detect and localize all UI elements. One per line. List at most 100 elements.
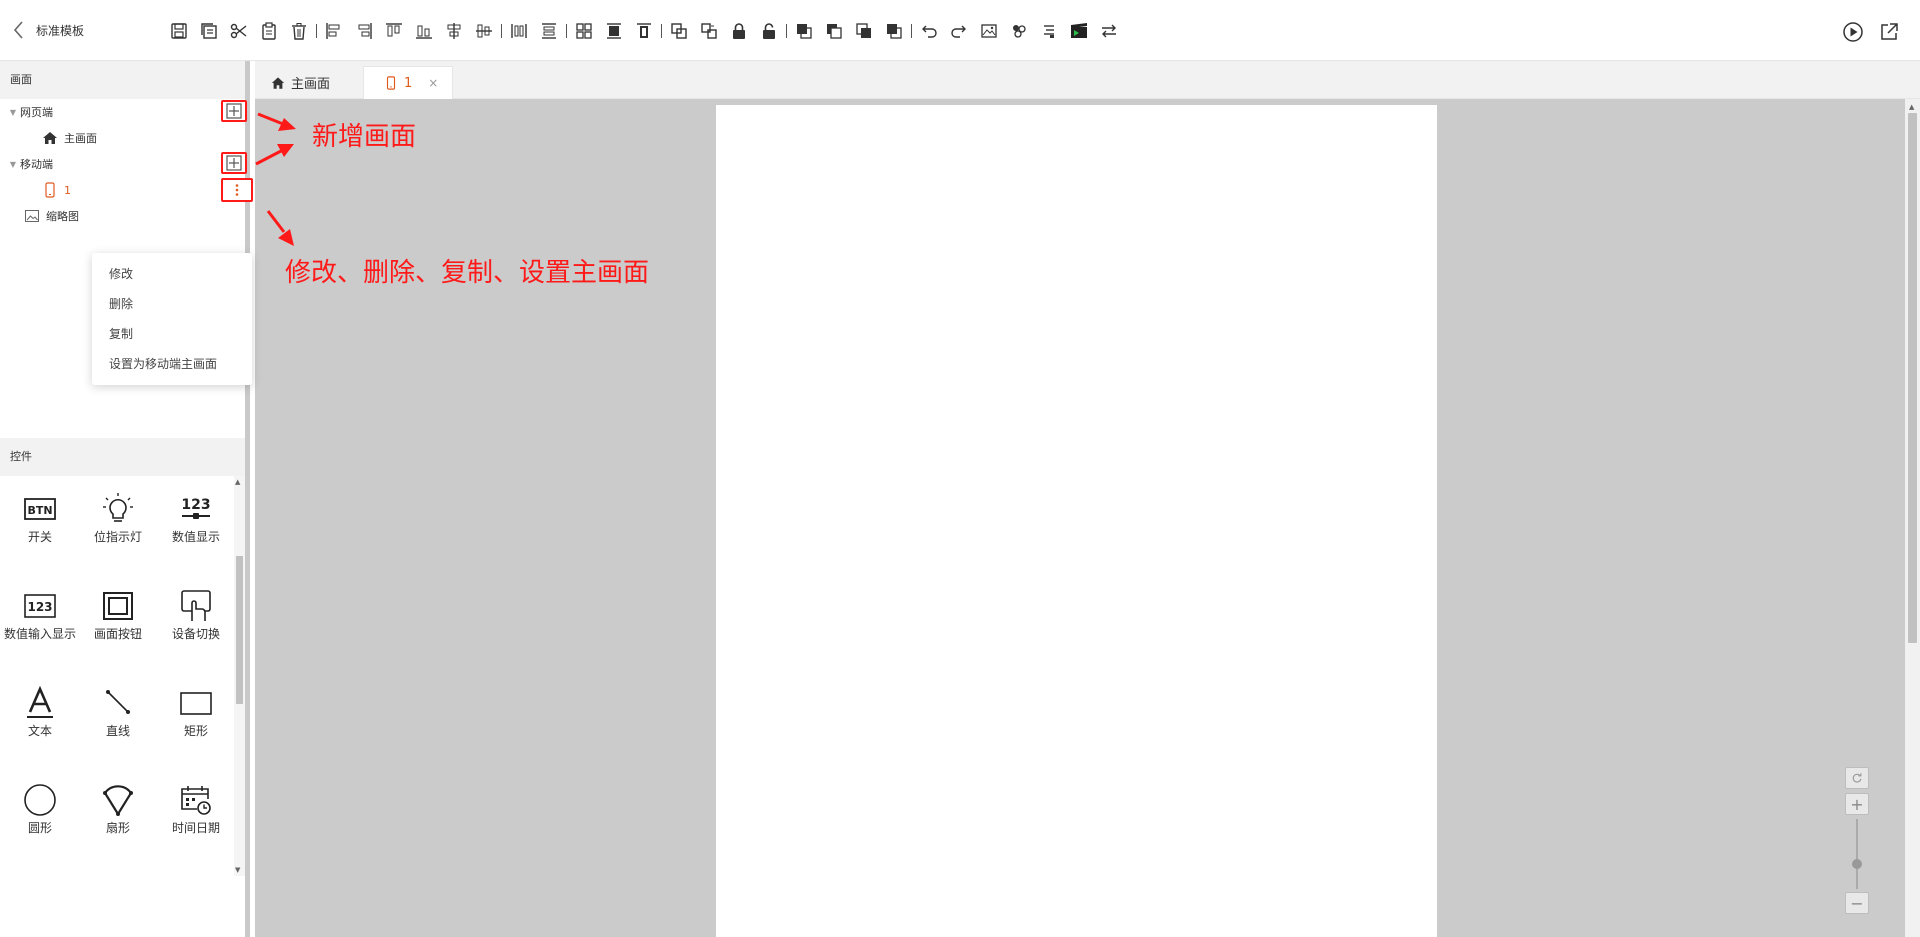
redo-icon[interactable] — [944, 18, 974, 44]
back-icon[interactable] — [10, 19, 28, 41]
control-datetime[interactable]: 时间日期 — [157, 783, 234, 835]
tree-group-label: 移动端 — [20, 158, 53, 171]
control-label: 圆形 — [27, 821, 52, 835]
control-line[interactable]: 直线 — [79, 686, 157, 738]
control-numeric-display[interactable]: 123 数值显示 — [157, 492, 234, 544]
bring-forward-icon[interactable] — [849, 18, 879, 44]
tab-main-screen[interactable]: 主画面 — [255, 66, 363, 99]
align-center-vertical-icon[interactable] — [469, 18, 499, 44]
menu-item-set-mobile-main[interactable]: 设置为移动端主画面 — [92, 349, 252, 379]
send-backward-icon[interactable] — [879, 18, 909, 44]
group-icon[interactable] — [664, 18, 694, 44]
delete-icon[interactable] — [284, 18, 314, 44]
rectangle-icon — [180, 692, 212, 715]
control-text[interactable]: 文本 — [1, 686, 79, 738]
control-circle[interactable]: 圆形 — [1, 783, 79, 835]
more-options-button[interactable] — [221, 178, 253, 202]
distribute-vertical-icon[interactable] — [534, 18, 564, 44]
save-as-icon[interactable] — [194, 18, 224, 44]
tree-item-thumbnail[interactable]: 缩略图 — [24, 205, 79, 227]
zoom-in-icon[interactable]: + — [1845, 793, 1869, 815]
image-icon[interactable] — [974, 18, 1004, 44]
screen-button-icon — [103, 592, 133, 620]
menu-item-copy[interactable]: 复制 — [92, 319, 252, 349]
distribute-horizontal-icon[interactable] — [504, 18, 534, 44]
design-canvas[interactable] — [255, 99, 1905, 937]
tree-item-web-main[interactable]: 主画面 — [42, 127, 97, 149]
tree-group-web[interactable]: ▼ 网页端 — [6, 101, 53, 123]
zoom-track[interactable] — [1856, 819, 1858, 889]
undo-icon[interactable] — [914, 18, 944, 44]
top-toolbar: 标准模板 — [0, 0, 1920, 61]
scrollbar-thumb[interactable] — [1908, 113, 1917, 643]
lock-icon[interactable] — [724, 18, 754, 44]
toolbar-divider — [786, 24, 787, 38]
controls-grid: BTN 开关 位指示灯 123 数值显示 123 数值输入显示 画面按钮 设备切… — [0, 476, 234, 876]
swap-icon[interactable] — [1094, 18, 1124, 44]
properties-icon[interactable] — [1034, 18, 1064, 44]
align-right-icon[interactable] — [349, 18, 379, 44]
control-label: 直线 — [105, 724, 130, 738]
control-device-switch[interactable]: 设备切换 — [157, 589, 234, 641]
zoom-slider-handle[interactable] — [1852, 859, 1862, 869]
control-numeric-input[interactable]: 123 数值输入显示 — [1, 589, 79, 641]
control-sector[interactable]: 扇形 — [79, 783, 157, 835]
right-actions — [1840, 19, 1902, 45]
tree-item-mobile-1[interactable]: 1 — [42, 179, 71, 201]
align-left-icon[interactable] — [319, 18, 349, 44]
toolbar-actions — [164, 18, 1124, 44]
external-link-icon[interactable] — [1876, 19, 1902, 45]
tab-mobile-1[interactable]: 1 × — [363, 66, 453, 99]
menu-item-edit[interactable]: 修改 — [92, 259, 252, 289]
screen-page[interactable] — [716, 105, 1437, 937]
ungroup-icon[interactable] — [694, 18, 724, 44]
scroll-down-icon[interactable]: ▼ — [235, 866, 240, 874]
reset-zoom-icon[interactable] — [1845, 767, 1869, 789]
align-center-horizontal-icon[interactable] — [439, 18, 469, 44]
close-icon[interactable]: × — [428, 76, 438, 90]
zoom-control: + − — [1845, 767, 1869, 917]
datetime-icon — [181, 786, 211, 815]
vertical-dots-icon — [235, 184, 239, 196]
toolbar-divider — [316, 24, 317, 38]
bring-front-icon[interactable] — [789, 18, 819, 44]
btn-switch-icon: BTN — [24, 498, 56, 520]
context-menu: 修改 删除 复制 设置为移动端主画面 — [92, 253, 252, 385]
scrollbar-thumb[interactable] — [236, 556, 243, 704]
scroll-up-icon[interactable]: ▲ — [235, 478, 240, 486]
tab-label: 主画面 — [291, 77, 331, 92]
cut-icon[interactable] — [224, 18, 254, 44]
same-width-icon[interactable] — [629, 18, 659, 44]
control-label: 画面按钮 — [93, 627, 142, 641]
caret-down-icon: ▼ — [9, 107, 17, 117]
scroll-up-icon[interactable]: ▲ — [1909, 103, 1914, 111]
animation-icon[interactable] — [1064, 18, 1094, 44]
save-icon[interactable] — [164, 18, 194, 44]
align-bottom-icon[interactable] — [409, 18, 439, 44]
controls-scrollbar[interactable]: ▲ ▼ — [234, 476, 245, 876]
add-mobile-screen-button[interactable] — [221, 152, 247, 174]
menu-item-delete[interactable]: 删除 — [92, 289, 252, 319]
unlock-icon[interactable] — [754, 18, 784, 44]
control-label: 矩形 — [183, 724, 208, 738]
zoom-out-icon[interactable]: − — [1845, 892, 1869, 914]
same-size-icon[interactable] — [569, 18, 599, 44]
toolbar-divider — [566, 24, 567, 38]
play-icon[interactable] — [1840, 19, 1866, 45]
control-screen-button[interactable]: 画面按钮 — [79, 589, 157, 641]
canvas-scrollbar[interactable]: ▲ — [1905, 99, 1920, 937]
add-web-screen-button[interactable] — [221, 100, 247, 122]
paste-icon[interactable] — [254, 18, 284, 44]
control-rectangle[interactable]: 矩形 — [157, 686, 234, 738]
align-top-icon[interactable] — [379, 18, 409, 44]
control-bit-indicator[interactable]: 位指示灯 — [79, 492, 157, 544]
control-label: 开关 — [27, 530, 52, 544]
send-back-icon[interactable] — [819, 18, 849, 44]
annotation-add-screen: 新增画面 — [312, 122, 417, 152]
tree-group-mobile[interactable]: ▼ 移动端 — [6, 153, 53, 175]
control-switch[interactable]: BTN 开关 — [1, 492, 79, 544]
text-icon — [27, 686, 53, 718]
layers-icon[interactable] — [1004, 18, 1034, 44]
same-height-icon[interactable] — [599, 18, 629, 44]
control-label: 数值输入显示 — [3, 627, 76, 641]
